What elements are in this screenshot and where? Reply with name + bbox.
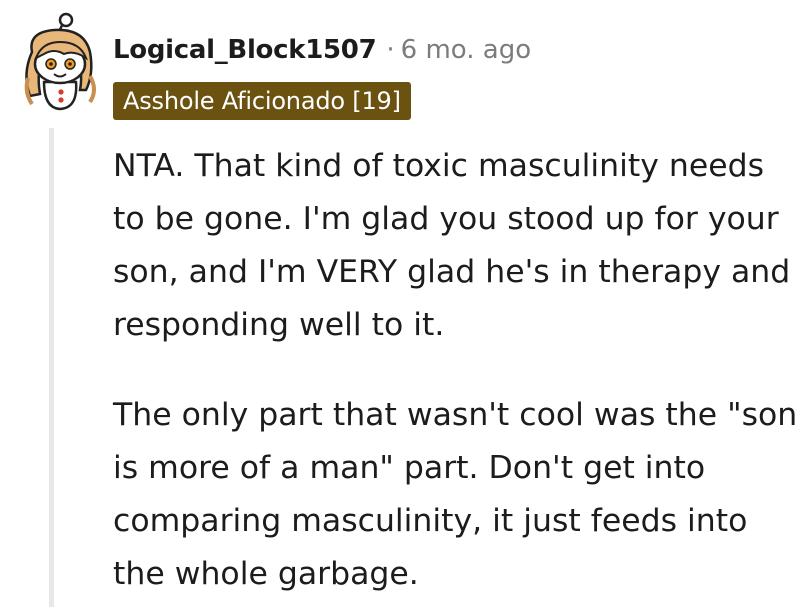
user-flair-badge: Asshole Aficionado [19] — [113, 82, 411, 120]
comment-timestamp[interactable]: 6 mo. ago — [401, 35, 531, 65]
thread-collapse-line[interactable] — [49, 128, 54, 607]
comment-paragraph: The only part that wasn't cool was the "… — [113, 397, 798, 592]
snoo-avatar-icon[interactable] — [14, 12, 108, 114]
comment-meta: Logical_Block1507 · 6 mo. ago — [113, 30, 531, 70]
meta-separator: · — [386, 35, 395, 65]
comment-paragraph: NTA. That kind of toxic masculinity need… — [113, 148, 791, 343]
author-username[interactable]: Logical_Block1507 — [113, 35, 377, 65]
comment-body: NTA. That kind of toxic masculinity need… — [113, 140, 803, 601]
